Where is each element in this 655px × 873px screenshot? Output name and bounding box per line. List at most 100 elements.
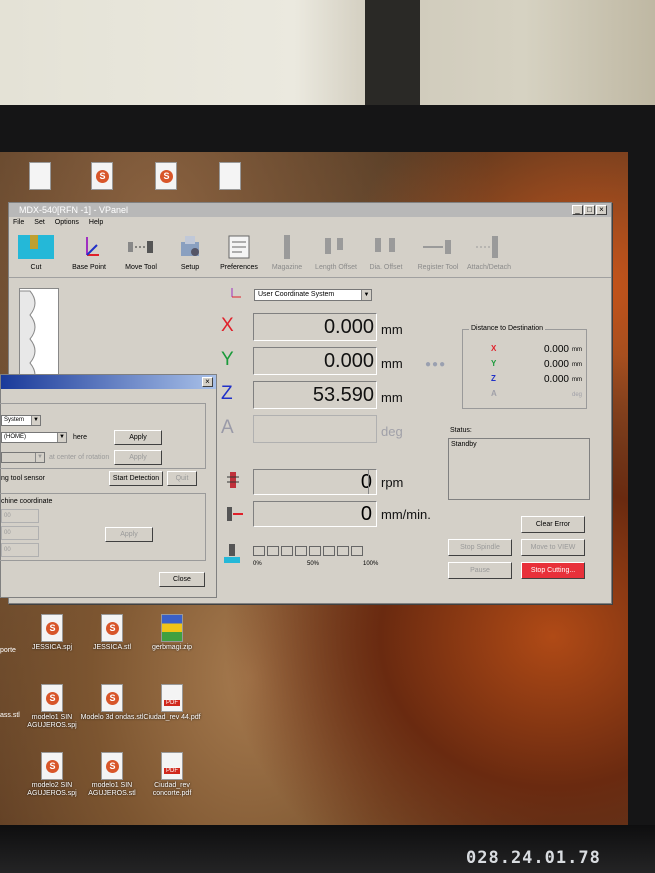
apply-button[interactable]: Apply [114, 430, 162, 445]
coord-field[interactable]: 00 [1, 509, 39, 523]
setup-icon [181, 236, 199, 256]
menu-set[interactable]: Set [34, 217, 45, 229]
stop-spindle-button[interactable]: Stop Spindle [448, 539, 512, 556]
progress-segment [323, 546, 335, 556]
axis-a-unit: deg [381, 424, 403, 439]
desktop-icon[interactable]: Ciudad_rev 44.pdf [140, 684, 204, 722]
feed-rate-icon [227, 507, 243, 521]
desktop-icon[interactable]: JESSICA.spj [20, 614, 84, 652]
coord-field[interactable]: 00 [1, 526, 39, 540]
menu-file[interactable]: File [13, 217, 24, 229]
desktop-icon-label: modelo2 SIN AGUJEROS.spj [27, 782, 77, 797]
desktop-icon-label: JESSICA.spj [31, 644, 73, 651]
preferences-button[interactable]: Preferences [213, 234, 265, 271]
dialog-close-icon[interactable]: × [202, 377, 213, 387]
toolbar: Cut Base Point Move Tool Setup Preferenc… [9, 230, 611, 278]
file-icon [41, 752, 63, 780]
progress-label-100: 100% [363, 561, 379, 567]
desktop-icon-label: porte [0, 647, 16, 654]
arrow-dots-icon: ●●● [425, 359, 447, 370]
dialog-close-button[interactable]: Close [159, 572, 205, 587]
axis-a-value [253, 415, 377, 443]
desktop-icon-label: modelo1 SIN AGUJEROS.spj [27, 714, 77, 729]
dialog-titlebar[interactable] [1, 375, 216, 389]
window-title: MDX-540[RFN -1] - VPanel [19, 205, 129, 215]
file-icon [101, 614, 123, 642]
background-wall [0, 0, 655, 110]
dia-offset-button[interactable]: Dia. Offset [363, 234, 409, 271]
spindle-stepper[interactable] [368, 470, 376, 494]
desktop-icon[interactable]: JESSICA.stl [80, 614, 144, 652]
setup-button[interactable]: Setup [167, 234, 213, 271]
desktop-icon[interactable] [198, 162, 262, 190]
progress-segment [295, 546, 307, 556]
progress-segment [351, 546, 363, 556]
close-button[interactable]: × [596, 205, 607, 215]
progress-bar [253, 546, 363, 556]
pause-button[interactable]: Pause [448, 562, 512, 579]
coordinate-system-select[interactable]: User Coordinate System ▼ [254, 289, 372, 301]
coordinate-system-dropdown[interactable]: System ▼ [1, 415, 41, 426]
desktop-icon[interactable]: Ciudad_rev concorte.pdf [140, 752, 204, 798]
axis-a-label: A [221, 417, 234, 438]
coordinate-system-icon [231, 288, 241, 298]
distance-row-z: Z 0.000 mm [491, 374, 582, 385]
background-shelf [365, 0, 420, 110]
base-point-dialog: × System ▼ (HOME) ▼ here Apply ▼ at center… [0, 374, 217, 598]
status-label: Status: [450, 427, 472, 434]
base-point-button[interactable]: Base Point [63, 234, 115, 271]
stop-cutting-button[interactable]: Stop Cutting... [521, 562, 585, 579]
start-detection-button[interactable]: Start Detection [109, 471, 163, 486]
length-offset-button[interactable]: Length Offset [311, 234, 361, 271]
magazine-button[interactable]: Magazine [265, 234, 309, 271]
move-to-view-button[interactable]: Move to VIEW [521, 539, 585, 556]
axis-y-label: Y [221, 349, 234, 370]
cut-button[interactable]: Cut [15, 234, 57, 271]
clear-error-button[interactable]: Clear Error [521, 516, 585, 533]
chevron-down-icon: ▼ [31, 416, 40, 425]
file-icon [29, 162, 51, 190]
move-tool-icon [128, 241, 153, 253]
chevron-down-icon: ▼ [361, 290, 371, 300]
desktop-icon[interactable]: modelo1 SIN AGUJEROS.spj [20, 684, 84, 730]
desktop-icon[interactable]: Modelo 3d ondas.stl [80, 684, 144, 722]
progress-label-0: 0% [253, 561, 262, 567]
base-point-icon [86, 237, 99, 256]
axis-y-value: 0.000 [253, 347, 377, 375]
desktop-icon[interactable]: modelo1 SIN AGUJEROS.stl [80, 752, 144, 798]
desktop-icon[interactable] [8, 162, 72, 190]
coord-field[interactable]: 00 [1, 543, 39, 557]
desktop-icon[interactable] [134, 162, 198, 190]
progress-label-50: 50% [307, 561, 320, 567]
home-dropdown[interactable]: (HOME) ▼ [1, 432, 67, 443]
register-tool-button[interactable]: Register Tool [411, 234, 465, 271]
distance-title: Distance to Destination [469, 325, 545, 332]
machine-coordinate-label: chine coordinate [1, 498, 53, 505]
progress-segment [253, 546, 265, 556]
menu-options[interactable]: Options [55, 217, 79, 229]
desktop-icon[interactable]: gerbmagi.zip [140, 614, 204, 652]
spindle-speed-field[interactable]: 0 [253, 469, 377, 495]
chevron-down-icon: ▼ [57, 433, 66, 442]
menu-help[interactable]: Help [89, 217, 103, 229]
file-icon [155, 162, 177, 190]
axis-z-value: 53.590 [253, 381, 377, 409]
desktop-icon[interactable]: modelo2 SIN AGUJEROS.spj [20, 752, 84, 798]
file-icon [101, 752, 123, 780]
desktop-icon[interactable] [70, 162, 134, 190]
move-tool-button[interactable]: Move Tool [115, 234, 167, 271]
apply-rotation-button[interactable]: Apply [114, 450, 162, 465]
desktop-icon-label: Ciudad_rev concorte.pdf [152, 782, 192, 797]
maximize-button[interactable]: □ [584, 205, 595, 215]
attach-detach-button[interactable]: Attach/Detach [465, 234, 513, 271]
rotation-dropdown[interactable]: ▼ [1, 452, 45, 463]
minimize-button[interactable]: _ [572, 205, 583, 215]
axis-z-label: Z [221, 383, 233, 404]
feed-rate-field: 0 [253, 501, 377, 527]
apply-coord-button[interactable]: Apply [105, 527, 153, 542]
progress-segment [267, 546, 279, 556]
file-icon [41, 684, 63, 712]
desktop-icon-label: modelo1 SIN AGUJEROS.stl [88, 782, 136, 797]
quit-button[interactable]: Quit [167, 471, 197, 486]
window-titlebar[interactable]: MDX-540[RFN -1] - VPanel _ □ × [9, 203, 611, 217]
